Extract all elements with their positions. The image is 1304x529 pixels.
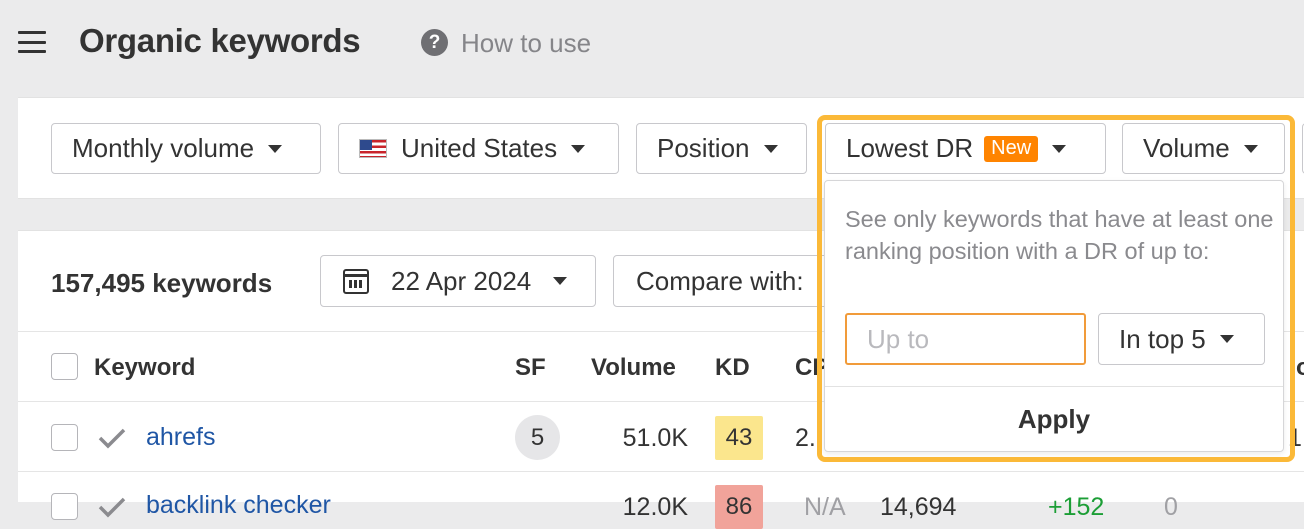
traffic-value: 14,694 (880, 493, 957, 521)
caret-down-icon (571, 144, 586, 153)
calendar-icon (343, 268, 369, 294)
lowest-dr-label: Lowest DR (846, 133, 974, 163)
help-icon[interactable]: ? (421, 29, 448, 56)
column-header-partial[interactable]: o (1296, 354, 1304, 382)
keyword-link[interactable]: ahrefs (146, 423, 215, 452)
dr-up-to-input[interactable] (845, 313, 1086, 365)
caret-down-icon (553, 277, 568, 285)
date-label: 22 Apr 2024 (391, 265, 532, 296)
caret-down-icon (1052, 144, 1067, 153)
checkmark-icon (98, 497, 126, 518)
column-header-volume[interactable]: Volume (591, 354, 676, 382)
caret-down-icon (1219, 335, 1234, 343)
position-range-select[interactable]: In top 5 (1098, 313, 1265, 365)
country-dropdown[interactable]: United States (338, 123, 619, 174)
us-flag-icon (359, 139, 387, 158)
hamburger-menu-icon[interactable] (18, 31, 46, 55)
position-dropdown[interactable]: Position (636, 123, 807, 174)
column-header-kd[interactable]: KD (715, 354, 750, 382)
volume-dropdown[interactable]: Volume (1122, 123, 1285, 174)
extra-value: 0 (1164, 493, 1178, 521)
column-header-keyword[interactable]: Keyword (94, 354, 195, 382)
date-picker-button[interactable]: 22 Apr 2024 (320, 255, 596, 307)
apply-button[interactable]: Apply (825, 387, 1283, 451)
lowest-dr-description: See only keywords that have at least one… (845, 206, 1274, 264)
caret-down-icon (1243, 144, 1258, 153)
column-header-sf[interactable]: SF (515, 354, 546, 382)
checkmark-icon (98, 428, 126, 449)
top-bar: Organic keywords ? How to use (0, 0, 1304, 90)
country-label: United States (401, 133, 558, 163)
serp-features-count[interactable]: 5 (515, 415, 560, 460)
kd-value: 43 (715, 416, 763, 460)
page-title: Organic keywords (79, 22, 361, 59)
caret-down-icon (268, 144, 283, 153)
lowest-dr-dropdown[interactable]: Lowest DR New (825, 123, 1106, 174)
position-label: Position (657, 133, 750, 163)
row-checkbox[interactable] (51, 493, 78, 520)
kd-value: 86 (715, 485, 763, 529)
compare-with-label: Compare with: (636, 265, 804, 296)
cpc-value: N/A (804, 493, 846, 521)
row-divider (18, 471, 1304, 472)
select-all-checkbox[interactable] (51, 353, 78, 380)
keyword-count: 157,495 keywords (51, 268, 273, 298)
volume-value: 51.0K (622, 424, 688, 452)
cpc-value: 2. (795, 424, 816, 452)
partial-value: 1 (1288, 424, 1302, 452)
traffic-change-value: +152 (1048, 493, 1105, 521)
lowest-dr-popover: See only keywords that have at least one… (824, 180, 1284, 452)
monthly-volume-dropdown[interactable]: Monthly volume (51, 123, 321, 174)
position-range-label: In top 5 (1119, 323, 1206, 354)
volume-value: 12.0K (622, 493, 688, 521)
volume-label: Volume (1143, 133, 1230, 163)
keyword-link[interactable]: backlink checker (146, 491, 331, 520)
row-checkbox[interactable] (51, 424, 78, 451)
how-to-use-link[interactable]: How to use (461, 28, 591, 59)
new-badge: New (984, 135, 1039, 162)
caret-down-icon (763, 144, 778, 153)
monthly-volume-label: Monthly volume (72, 133, 255, 163)
